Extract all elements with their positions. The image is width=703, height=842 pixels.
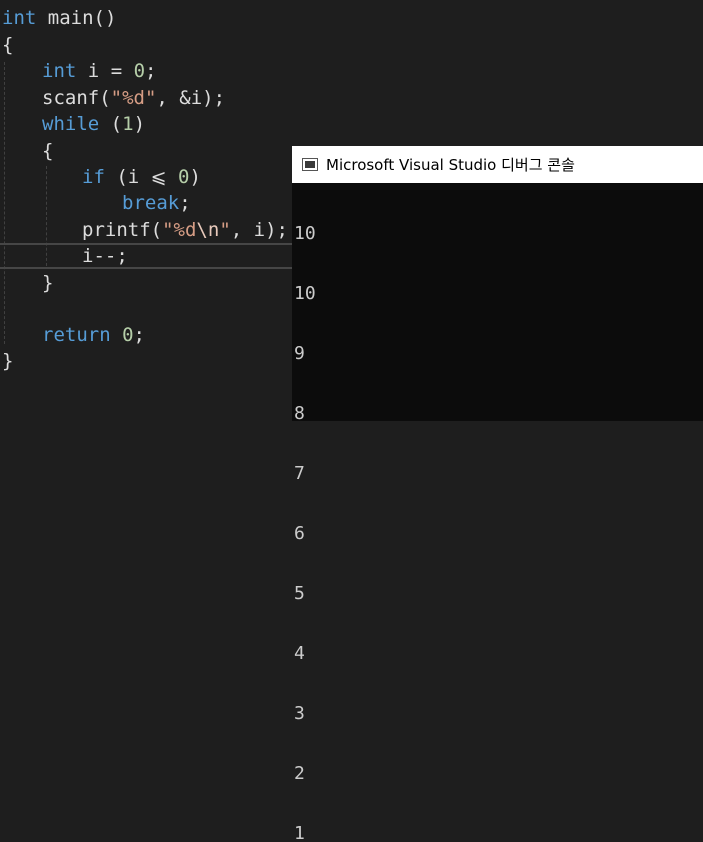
output-line: 5	[294, 583, 305, 604]
statement: i--;	[82, 245, 128, 267]
output-line: 10	[294, 223, 316, 244]
code-line[interactable]: }	[42, 270, 53, 296]
code-line[interactable]: if (i ⩽ 0)	[82, 164, 201, 190]
code-line[interactable]: i--;	[82, 243, 128, 269]
output-line: 8	[294, 403, 305, 424]
condition: (i ⩽	[116, 166, 179, 188]
code-line[interactable]: int main()	[2, 5, 116, 31]
identifier: main()	[47, 7, 117, 29]
semicolon: ;	[145, 60, 157, 82]
keyword: return	[42, 324, 111, 346]
paren: )	[189, 166, 201, 188]
output-line: 1	[294, 823, 305, 842]
keyword: break	[122, 192, 180, 214]
identifier: i	[87, 60, 100, 82]
operator: =	[110, 60, 123, 82]
paren: (	[110, 113, 123, 135]
code-line[interactable]: {	[42, 138, 53, 164]
code-line[interactable]: printf("%d\n", i);	[82, 217, 288, 243]
console-output: 10 10 9 8 7 6 5 4 3 2 1	[294, 184, 337, 842]
arguments: , i);	[230, 219, 288, 241]
paren: (	[150, 219, 163, 241]
indent-guide	[4, 62, 5, 344]
paren: (	[99, 87, 111, 109]
code-line[interactable]: while (1)	[42, 111, 145, 137]
semicolon: ;	[179, 192, 191, 214]
keyword: if	[82, 166, 105, 188]
brace: }	[2, 350, 14, 372]
number-literal: 0	[122, 324, 134, 346]
brace: }	[42, 272, 54, 294]
console-titlebar[interactable]: Microsoft Visual Studio 디버그 콘솔	[292, 146, 703, 183]
output-line: 10	[294, 283, 316, 304]
paren: )	[133, 113, 146, 135]
code-line[interactable]: }	[2, 348, 13, 374]
output-line: 3	[294, 703, 305, 724]
function-name: printf	[82, 219, 151, 241]
output-line: 9	[294, 343, 305, 364]
console-window-icon	[302, 158, 318, 171]
keyword: int	[42, 60, 77, 82]
output-line: 4	[294, 643, 305, 664]
number-literal: 0	[133, 60, 146, 82]
number-literal: 0	[178, 166, 190, 188]
code-line[interactable]: break;	[122, 190, 191, 216]
debug-console-window[interactable]: Microsoft Visual Studio 디버그 콘솔 10 10 9 8…	[292, 146, 703, 842]
string-literal: "	[219, 219, 231, 241]
semicolon: ;	[133, 324, 145, 346]
output-line: 7	[294, 463, 305, 484]
output-line: 2	[294, 763, 305, 784]
code-line[interactable]: return 0;	[42, 322, 145, 348]
escape-sequence: \n	[196, 219, 220, 241]
code-line[interactable]: {	[2, 32, 13, 58]
code-line[interactable]: int i = 0;	[42, 58, 157, 84]
output-line: 6	[294, 523, 305, 544]
string-literal: "%d	[162, 219, 197, 241]
function-name: scanf	[42, 87, 100, 109]
code-line[interactable]: scanf("%d", &i);	[42, 85, 225, 111]
brace: {	[42, 140, 54, 162]
keyword: while	[42, 113, 100, 135]
string-literal: "%d"	[110, 87, 157, 109]
arguments: , &i);	[156, 87, 226, 109]
number-literal: 1	[122, 113, 134, 135]
keyword: int	[2, 7, 37, 29]
current-line-highlight	[0, 243, 292, 269]
console-title: Microsoft Visual Studio 디버그 콘솔	[326, 156, 575, 174]
brace: {	[2, 34, 14, 56]
